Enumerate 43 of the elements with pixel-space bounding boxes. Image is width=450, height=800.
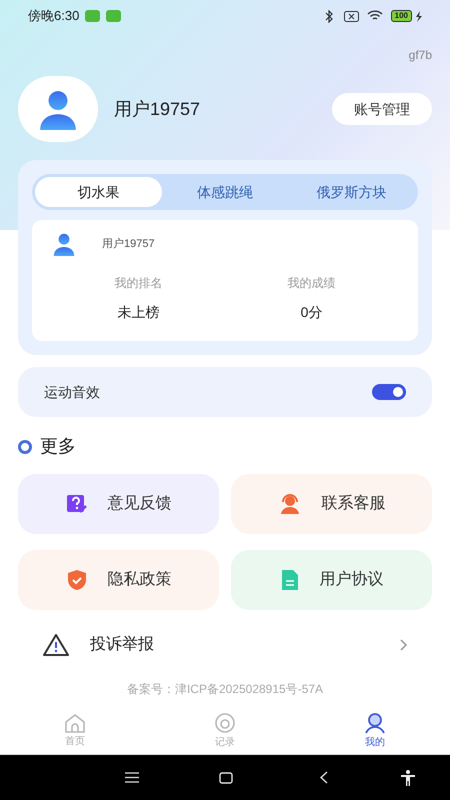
person-icon: [364, 712, 386, 734]
version-code: gf7b: [408, 47, 432, 64]
stat-value: 0分: [300, 303, 322, 322]
question-note-icon: [66, 493, 88, 515]
bluetooth-icon: [324, 10, 334, 22]
status-time: 傍晚6:30: [28, 7, 80, 26]
menu-tile[interactable]: 用户协议: [231, 550, 432, 610]
rank-user-name: 用户19757: [102, 236, 155, 252]
stat-value: 未上榜: [118, 303, 160, 322]
nav-tab[interactable]: 我的: [300, 708, 450, 754]
report-row[interactable]: 投诉举报: [0, 620, 450, 670]
game-tab[interactable]: 体感跳绳: [162, 177, 288, 207]
game-tab[interactable]: 切水果: [35, 177, 162, 207]
wifi-icon: [366, 10, 383, 22]
user-avatar-icon: [52, 232, 76, 256]
home-icon: [64, 713, 86, 733]
menu-tile[interactable]: 联系客服: [231, 474, 432, 534]
sim-card-icon: [344, 10, 359, 22]
menu-tile[interactable]: 隐私政策: [18, 550, 219, 610]
shield-check-icon: [66, 569, 88, 591]
user-name: 用户19757: [114, 98, 202, 120]
account-manage-button[interactable]: 账号管理: [332, 93, 432, 125]
icp-record: 备案号：津ICP备2025028915号-57A: [126, 681, 324, 698]
accessibility-icon[interactable]: [401, 770, 415, 786]
warning-icon: [42, 633, 70, 657]
chevron-right-icon: [400, 639, 408, 651]
app-notification-icon: [106, 10, 122, 22]
user-avatar-icon: [37, 88, 79, 130]
section-title: 更多: [40, 435, 76, 458]
charging-icon: [415, 10, 422, 22]
menu-icon[interactable]: [125, 772, 139, 783]
section-ring-icon: [18, 440, 32, 454]
sound-setting-label: 运动音效: [44, 382, 101, 402]
stat-label: 我的排名: [114, 275, 162, 292]
game-tab[interactable]: 俄罗斯方块: [288, 177, 416, 207]
document-icon: [280, 569, 300, 591]
sound-toggle[interactable]: [372, 384, 406, 400]
app-notification-icon: [85, 10, 100, 22]
stat-label: 我的成绩: [288, 275, 336, 292]
home-square-icon[interactable]: [219, 772, 233, 784]
battery-indicator: 100: [390, 10, 412, 22]
menu-tile[interactable]: 意见反馈: [18, 474, 219, 534]
back-icon[interactable]: [320, 771, 328, 784]
